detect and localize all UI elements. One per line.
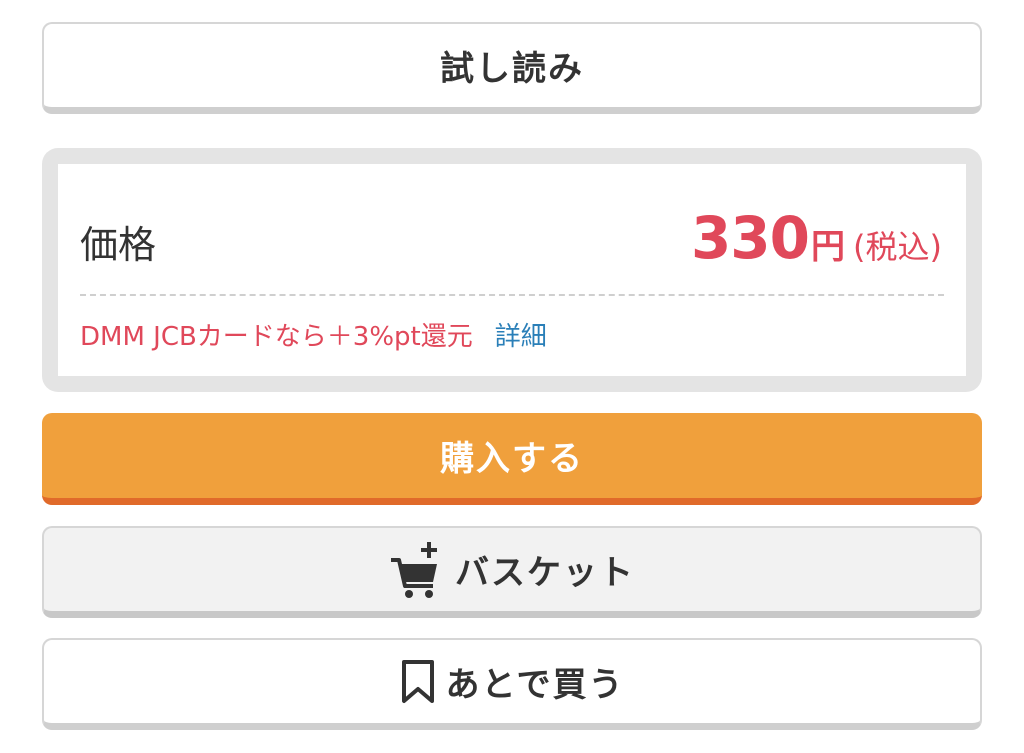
price-label: 価格 (80, 223, 157, 267)
price-panel-inner: 価格 330 円 (税込) DMM JCBカードなら＋3%pt還元 詳細 (58, 164, 966, 376)
add-to-basket-button[interactable]: バスケット (42, 526, 982, 618)
price-amount: 330 (690, 204, 810, 272)
point-campaign: DMM JCBカードなら＋3%pt還元 詳細 (80, 316, 547, 353)
price-panel: 価格 330 円 (税込) DMM JCBカードなら＋3%pt還元 詳細 (42, 148, 982, 392)
purchase-label: 購入する (440, 439, 584, 479)
price-currency: 円 (811, 227, 846, 267)
bookmark-icon (400, 659, 436, 705)
campaign-text: DMM JCBカードなら＋3%pt還元 (80, 322, 473, 352)
buy-later-button[interactable]: あとで買う (42, 638, 982, 730)
cart-plus-icon (389, 540, 445, 600)
buy-later-label: あとで買う (445, 665, 625, 705)
price-value: 330 円 (税込) (691, 204, 942, 272)
basket-label: バスケット (455, 553, 635, 593)
campaign-detail-link[interactable]: 詳細 (495, 316, 547, 353)
trial-read-button[interactable]: 試し読み (42, 22, 982, 114)
price-divider (80, 294, 944, 296)
price-tax-note: (税込) (853, 228, 942, 266)
trial-read-label: 試し読み (440, 49, 584, 89)
purchase-button[interactable]: 購入する (42, 413, 982, 505)
